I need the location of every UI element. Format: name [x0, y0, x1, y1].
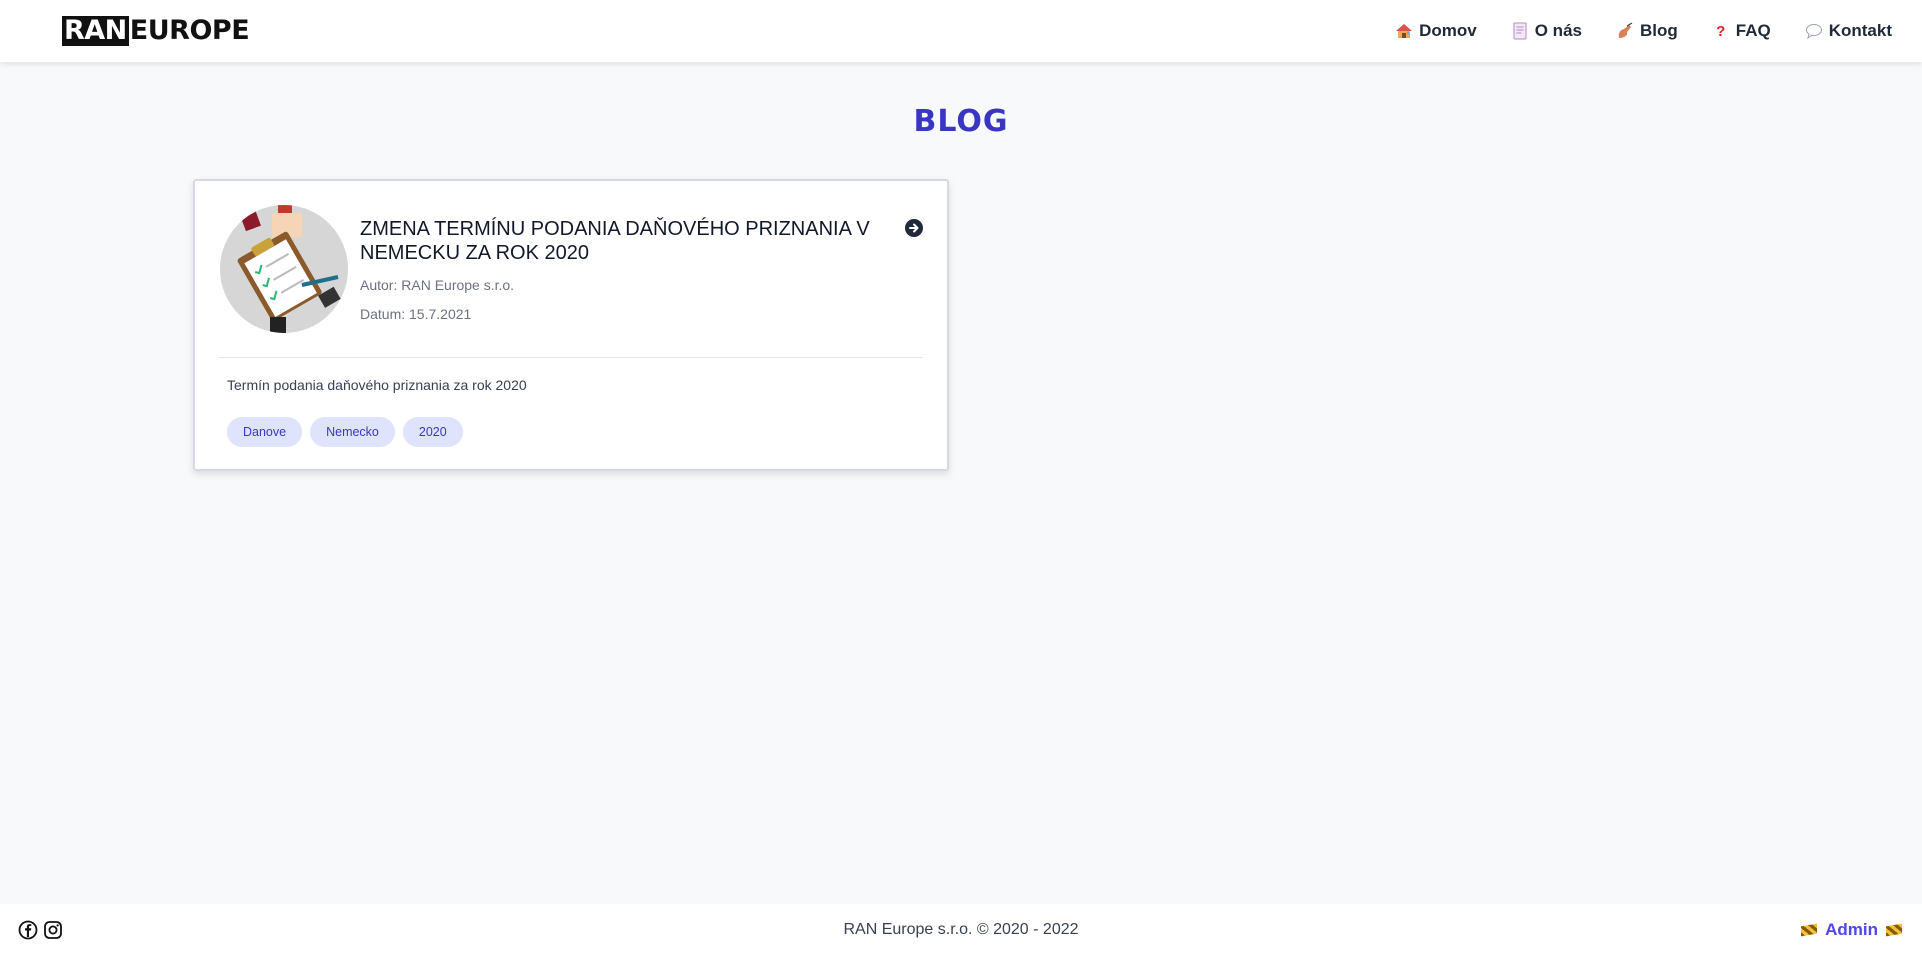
- nav-label-faq: FAQ: [1735, 21, 1771, 40]
- house-icon: [1395, 22, 1413, 40]
- nav-label-domov: Domov: [1419, 21, 1477, 40]
- post-title[interactable]: ZMENA TERMÍNU PODANIA DAŇOVÉHO PRIZNANIA…: [360, 217, 880, 265]
- arrow-right-circle-icon[interactable]: [905, 219, 923, 237]
- construction-icon: [1886, 923, 1902, 937]
- post-tags: Danove Nemecko 2020: [227, 417, 463, 447]
- site-header: RAN EUROPE Domov O nás Blog ? FAQ Kontak…: [0, 0, 1922, 62]
- nav-label-kontakt: Kontakt: [1828, 21, 1892, 40]
- nav-item-o-nas[interactable]: O nás: [1511, 21, 1582, 41]
- speech-bubble-icon: [1805, 22, 1823, 40]
- page-title: BLOG: [913, 104, 1009, 139]
- blog-post-card[interactable]: ZMENA TERMÍNU PODANIA DAŇOVÉHO PRIZNANIA…: [193, 179, 949, 471]
- post-date: Datum: 15.7.2021: [360, 306, 472, 322]
- site-footer: RAN Europe s.r.o. © 2020 - 2022 Admin: [0, 904, 1922, 956]
- post-excerpt: Termín podania daňového priznania za rok…: [227, 377, 527, 393]
- facebook-icon[interactable]: [18, 920, 38, 940]
- tag-2020[interactable]: 2020: [402, 417, 463, 447]
- writing-hand-icon: [1616, 22, 1634, 40]
- question-mark-icon: ?: [1716, 22, 1726, 40]
- tag-danove[interactable]: Danove: [227, 417, 303, 447]
- clipboard-checklist-illustration: [220, 205, 348, 333]
- admin-link[interactable]: Admin: [1801, 920, 1902, 940]
- document-icon: [1511, 22, 1529, 40]
- main-nav: Domov O nás Blog ? FAQ Kontakt: [1395, 21, 1892, 41]
- nav-label-blog: Blog: [1639, 21, 1678, 40]
- nav-label-o-nas: O nás: [1534, 21, 1582, 40]
- nav-item-faq[interactable]: ? FAQ: [1712, 21, 1771, 41]
- site-logo[interactable]: RAN EUROPE: [62, 15, 250, 46]
- social-links: [18, 920, 63, 940]
- logo-ran: RAN: [62, 15, 129, 46]
- footer-copyright: RAN Europe s.r.o. © 2020 - 2022: [843, 921, 1079, 938]
- card-divider: [219, 357, 923, 358]
- post-author: Autor: RAN Europe s.r.o.: [360, 277, 515, 293]
- nav-item-blog[interactable]: Blog: [1616, 21, 1678, 41]
- nav-item-kontakt[interactable]: Kontakt: [1805, 21, 1892, 41]
- logo-europe: EUROPE: [129, 15, 250, 46]
- nav-item-domov[interactable]: Domov: [1395, 21, 1477, 41]
- tag-nemecko[interactable]: Nemecko: [310, 417, 395, 447]
- admin-label: Admin: [1825, 920, 1878, 939]
- construction-icon: [1801, 923, 1818, 937]
- instagram-icon[interactable]: [43, 920, 63, 940]
